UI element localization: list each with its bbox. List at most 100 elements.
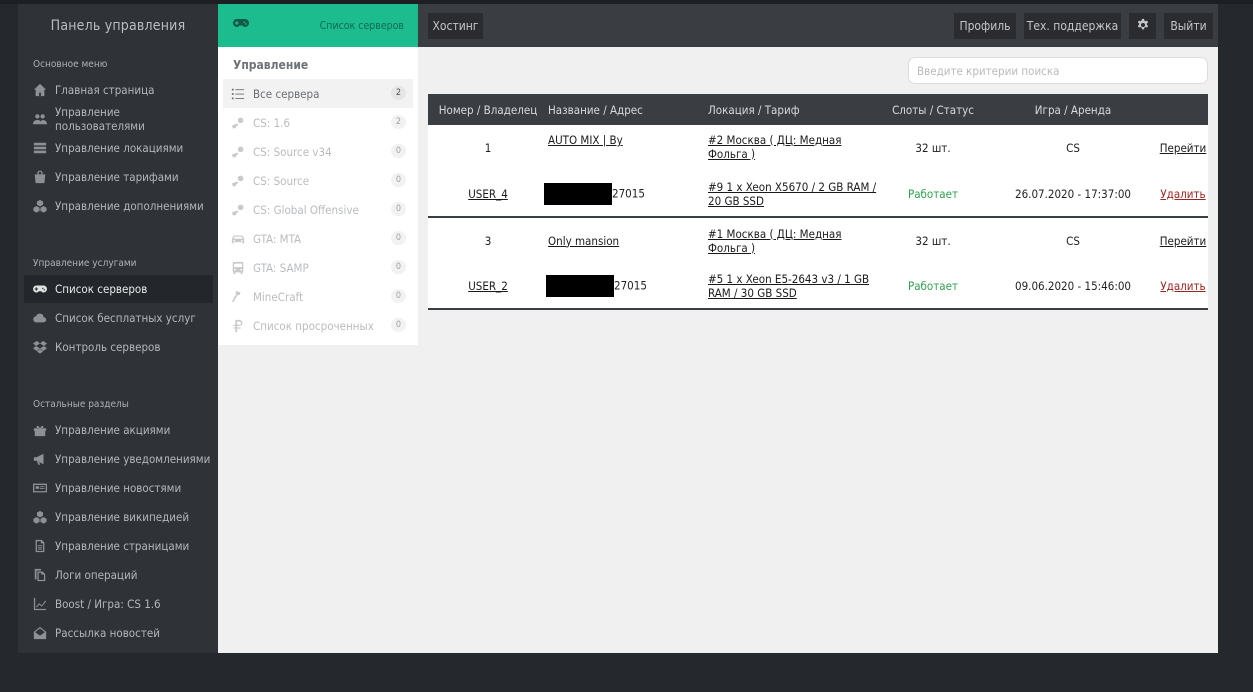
- sidebar-item-server-control[interactable]: Контроль серверов: [24, 333, 213, 361]
- owner-link[interactable]: USER_4: [468, 187, 508, 201]
- hosting-button[interactable]: Хостинг: [428, 13, 483, 39]
- server-port: 27015: [614, 278, 647, 292]
- gamepad-icon: [233, 18, 249, 33]
- column-header-game-rent: Игра / Аренда: [988, 94, 1158, 125]
- sidebar-item-boost[interactable]: Boost / Игра: CS 1.6: [24, 590, 213, 618]
- top-bar: Список серверов Хостинг Профиль Тех. под…: [218, 4, 1218, 47]
- sidebar-item-logs[interactable]: Логи операций: [24, 561, 213, 589]
- tariff-link[interactable]: #9 1 x Xeon X5670 / 2 GB RAM / 20 GB SSD: [708, 180, 878, 208]
- server-slots: 32 шт.: [915, 233, 951, 248]
- bullhorn-icon: [24, 452, 55, 466]
- current-section-label: Список серверов: [319, 19, 404, 32]
- sidebar-item-label: Управление уведомлениями: [55, 452, 211, 466]
- sidebar-item-mailing[interactable]: Рассылка новостей: [24, 619, 213, 647]
- filter-gta-mta[interactable]: GTA: MTA 0: [223, 224, 413, 253]
- filter-expired[interactable]: Список просроченных 0: [223, 311, 413, 340]
- count-badge: 0: [391, 202, 406, 216]
- search-input[interactable]: [908, 57, 1208, 84]
- list-icon: [223, 87, 253, 101]
- filter-all-servers[interactable]: Все сервера 2: [223, 79, 413, 108]
- ruble-icon: [223, 319, 253, 333]
- steam-icon: [223, 116, 253, 130]
- sidebar-item-server-list[interactable]: Список серверов: [24, 275, 213, 303]
- table-row: 1 AUTO MIX | By #2 Москва ( ДЦ: Медная Ф…: [428, 125, 1208, 171]
- count-badge: 2: [391, 115, 406, 129]
- count-badge: 0: [391, 289, 406, 303]
- sidebar-item-label: Управление локациями: [55, 141, 184, 155]
- server-entry: 3 Only mansion #1 Москва ( ДЦ: Медная Фо…: [428, 217, 1208, 309]
- redacted-ip: [546, 274, 614, 297]
- server-name-link[interactable]: AUTO MIX | By: [548, 133, 623, 147]
- server-slots: 32 шт.: [915, 141, 951, 155]
- server-number: 1: [484, 141, 492, 155]
- filter-minecraft[interactable]: MineCraft 0: [223, 282, 413, 311]
- sidebar-item-label: Управление страницами: [55, 539, 190, 553]
- sidebar-item-wiki[interactable]: Управление википедией: [24, 503, 213, 531]
- sidebar-item-label: Boost / Игра: CS 1.6: [55, 597, 161, 611]
- support-button[interactable]: Тех. поддержка: [1024, 13, 1121, 39]
- sidebar-item-notifications[interactable]: Управление уведомлениями: [24, 445, 213, 473]
- sidebar-item-label: Логи операций: [55, 568, 138, 582]
- sidebar-item-label: Главная страница: [55, 83, 155, 97]
- sidebar-item-pages[interactable]: Управление страницами: [24, 532, 213, 560]
- column-header-number-owner: Номер / Владелец: [428, 94, 548, 125]
- steam-icon: [223, 174, 253, 188]
- gear-icon: [1136, 18, 1150, 35]
- cubes-icon: [24, 510, 55, 524]
- sidebar-item-promotions[interactable]: Управление акциями: [24, 416, 213, 444]
- server-game: CS: [1066, 233, 1080, 248]
- tariff-link[interactable]: #5 1 x Xeon E5-2643 v3 / 1 GB RAM / 30 G…: [708, 272, 878, 300]
- logout-button[interactable]: Выйти: [1164, 13, 1213, 39]
- goto-link[interactable]: Перейти: [1160, 234, 1207, 248]
- server-name-link[interactable]: Only mansion: [548, 234, 619, 248]
- column-header-location-tariff: Локация / Тариф: [708, 94, 878, 125]
- goto-link[interactable]: Перейти: [1160, 141, 1207, 155]
- status-badge: Работает: [907, 186, 959, 201]
- copy-icon: [24, 568, 55, 582]
- filter-gta-samp[interactable]: GTA: SAMP 0: [223, 253, 413, 282]
- home-icon: [24, 83, 55, 97]
- sidebar-item-users[interactable]: Управление пользователями: [24, 105, 213, 133]
- section-title-main: Основное меню: [33, 59, 108, 70]
- count-badge: 0: [391, 144, 406, 158]
- section-title-services: Управление услугами: [33, 258, 137, 269]
- filter-label: CS: Source v34: [253, 144, 332, 159]
- sidebar-item-label: Список серверов: [55, 282, 148, 296]
- status-badge: Работает: [907, 278, 959, 293]
- filter-cs16[interactable]: CS: 1.6 2: [223, 108, 413, 137]
- server-stack-icon: [24, 141, 55, 155]
- delete-link[interactable]: Удалить: [1160, 187, 1205, 201]
- redacted-ip: [544, 182, 612, 205]
- sidebar-item-locations[interactable]: Управление локациями: [24, 134, 213, 162]
- profile-button[interactable]: Профиль: [954, 13, 1016, 39]
- chart-line-icon: [24, 597, 55, 611]
- servers-table: Номер / Владелец Название / Адрес Локаци…: [428, 94, 1208, 310]
- sidebar-item-home[interactable]: Главная страница: [24, 76, 213, 104]
- filter-css[interactable]: CS: Source 0: [223, 166, 413, 195]
- location-link[interactable]: #1 Москва ( ДЦ: Медная Фольга ): [708, 227, 878, 255]
- sidebar-item-label: Управление тарифами: [55, 170, 179, 184]
- sidebar-item-news[interactable]: Управление новостями: [24, 474, 213, 502]
- newspaper-icon: [24, 481, 55, 495]
- location-link[interactable]: #2 Москва ( ДЦ: Медная Фольга ): [708, 133, 878, 161]
- filter-label: CS: Source: [253, 173, 310, 188]
- server-filter-panel: Управление Все сервера 2 CS: 1.6 2 CS: S…: [218, 47, 418, 345]
- filter-csgo[interactable]: CS: Global Offensive 0: [223, 195, 413, 224]
- sidebar-item-label: Рассылка новостей: [55, 626, 160, 640]
- table-row: USER_4 27015 #9 1 x Xeon X5670 / 2 GB RA…: [428, 171, 1208, 217]
- gift-icon: [24, 423, 55, 437]
- sidebar-item-free-services[interactable]: Список бесплатных услуг: [24, 304, 213, 332]
- filter-label: MineCraft: [253, 289, 304, 304]
- table-row: USER_2 27015 #5 1 x Xeon E5-2643 v3 / 1 …: [428, 263, 1208, 309]
- sidebar-item-addons[interactable]: Управление дополнениями: [24, 192, 213, 220]
- sidebar-item-label: Управление википедией: [55, 510, 190, 524]
- filter-label: CS: Global Offensive: [253, 202, 359, 217]
- settings-button[interactable]: [1129, 13, 1156, 39]
- steam-icon: [223, 203, 253, 217]
- delete-link[interactable]: Удалить: [1160, 279, 1205, 293]
- filter-css-v34[interactable]: CS: Source v34 0: [223, 137, 413, 166]
- sidebar-item-label: Управление пользователями: [55, 105, 145, 133]
- owner-link[interactable]: USER_2: [468, 279, 508, 293]
- sidebar-item-tariffs[interactable]: Управление тарифами: [24, 163, 213, 191]
- sidebar-item-label: Управление дополнениями: [55, 199, 204, 213]
